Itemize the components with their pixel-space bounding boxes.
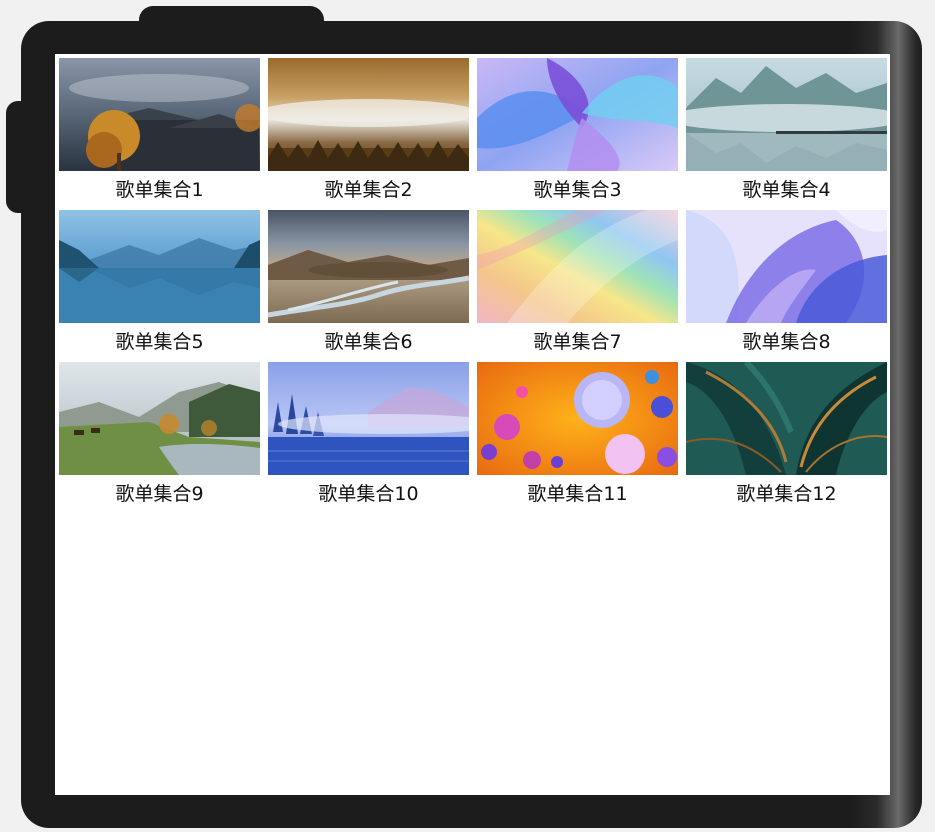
playlist-title: 歌单集合8 bbox=[742, 331, 831, 353]
playlist-cover-image[interactable] bbox=[59, 362, 260, 475]
playlist-cover-image[interactable] bbox=[268, 210, 469, 323]
playlist-card[interactable]: 歌单集合1 bbox=[59, 58, 260, 210]
playlist-card[interactable]: 歌单集合6 bbox=[268, 210, 469, 362]
playlist-cover-image[interactable] bbox=[477, 362, 678, 475]
playlist-grid: 歌单集合1 歌单集合2 歌单集合3 歌单集合4 歌单集合5 歌单集合6 歌单集合… bbox=[59, 58, 887, 514]
playlist-card[interactable]: 歌单集合11 bbox=[477, 362, 678, 514]
playlist-cover-image[interactable] bbox=[59, 58, 260, 171]
playlist-cover-image[interactable] bbox=[59, 210, 260, 323]
playlist-title: 歌单集合9 bbox=[115, 483, 204, 505]
playlist-title: 歌单集合6 bbox=[324, 331, 413, 353]
playlist-card[interactable]: 歌单集合7 bbox=[477, 210, 678, 362]
playlist-title: 歌单集合10 bbox=[318, 483, 419, 505]
playlist-title: 歌单集合12 bbox=[736, 483, 837, 505]
playlist-cover-image[interactable] bbox=[686, 210, 887, 323]
playlist-cover-image[interactable] bbox=[477, 210, 678, 323]
playlist-card[interactable]: 歌单集合8 bbox=[686, 210, 887, 362]
playlist-cover-image[interactable] bbox=[686, 362, 887, 475]
playlist-title: 歌单集合1 bbox=[115, 179, 204, 201]
playlist-cover-image[interactable] bbox=[268, 58, 469, 171]
playlist-card[interactable]: 歌单集合5 bbox=[59, 210, 260, 362]
playlist-title: 歌单集合4 bbox=[742, 179, 831, 201]
playlist-card[interactable]: 歌单集合12 bbox=[686, 362, 887, 514]
app-screen: 歌单集合1 歌单集合2 歌单集合3 歌单集合4 歌单集合5 歌单集合6 歌单集合… bbox=[55, 54, 890, 795]
playlist-title: 歌单集合11 bbox=[527, 483, 628, 505]
playlist-title: 歌单集合2 bbox=[324, 179, 413, 201]
playlist-card[interactable]: 歌单集合10 bbox=[268, 362, 469, 514]
playlist-title: 歌单集合3 bbox=[533, 179, 622, 201]
playlist-card[interactable]: 歌单集合9 bbox=[59, 362, 260, 514]
playlist-card[interactable]: 歌单集合4 bbox=[686, 58, 887, 210]
playlist-cover-image[interactable] bbox=[477, 58, 678, 171]
playlist-card[interactable]: 歌单集合3 bbox=[477, 58, 678, 210]
playlist-cover-image[interactable] bbox=[268, 362, 469, 475]
playlist-title: 歌单集合7 bbox=[533, 331, 622, 353]
playlist-card[interactable]: 歌单集合2 bbox=[268, 58, 469, 210]
playlist-cover-image[interactable] bbox=[686, 58, 887, 171]
playlist-title: 歌单集合5 bbox=[115, 331, 204, 353]
